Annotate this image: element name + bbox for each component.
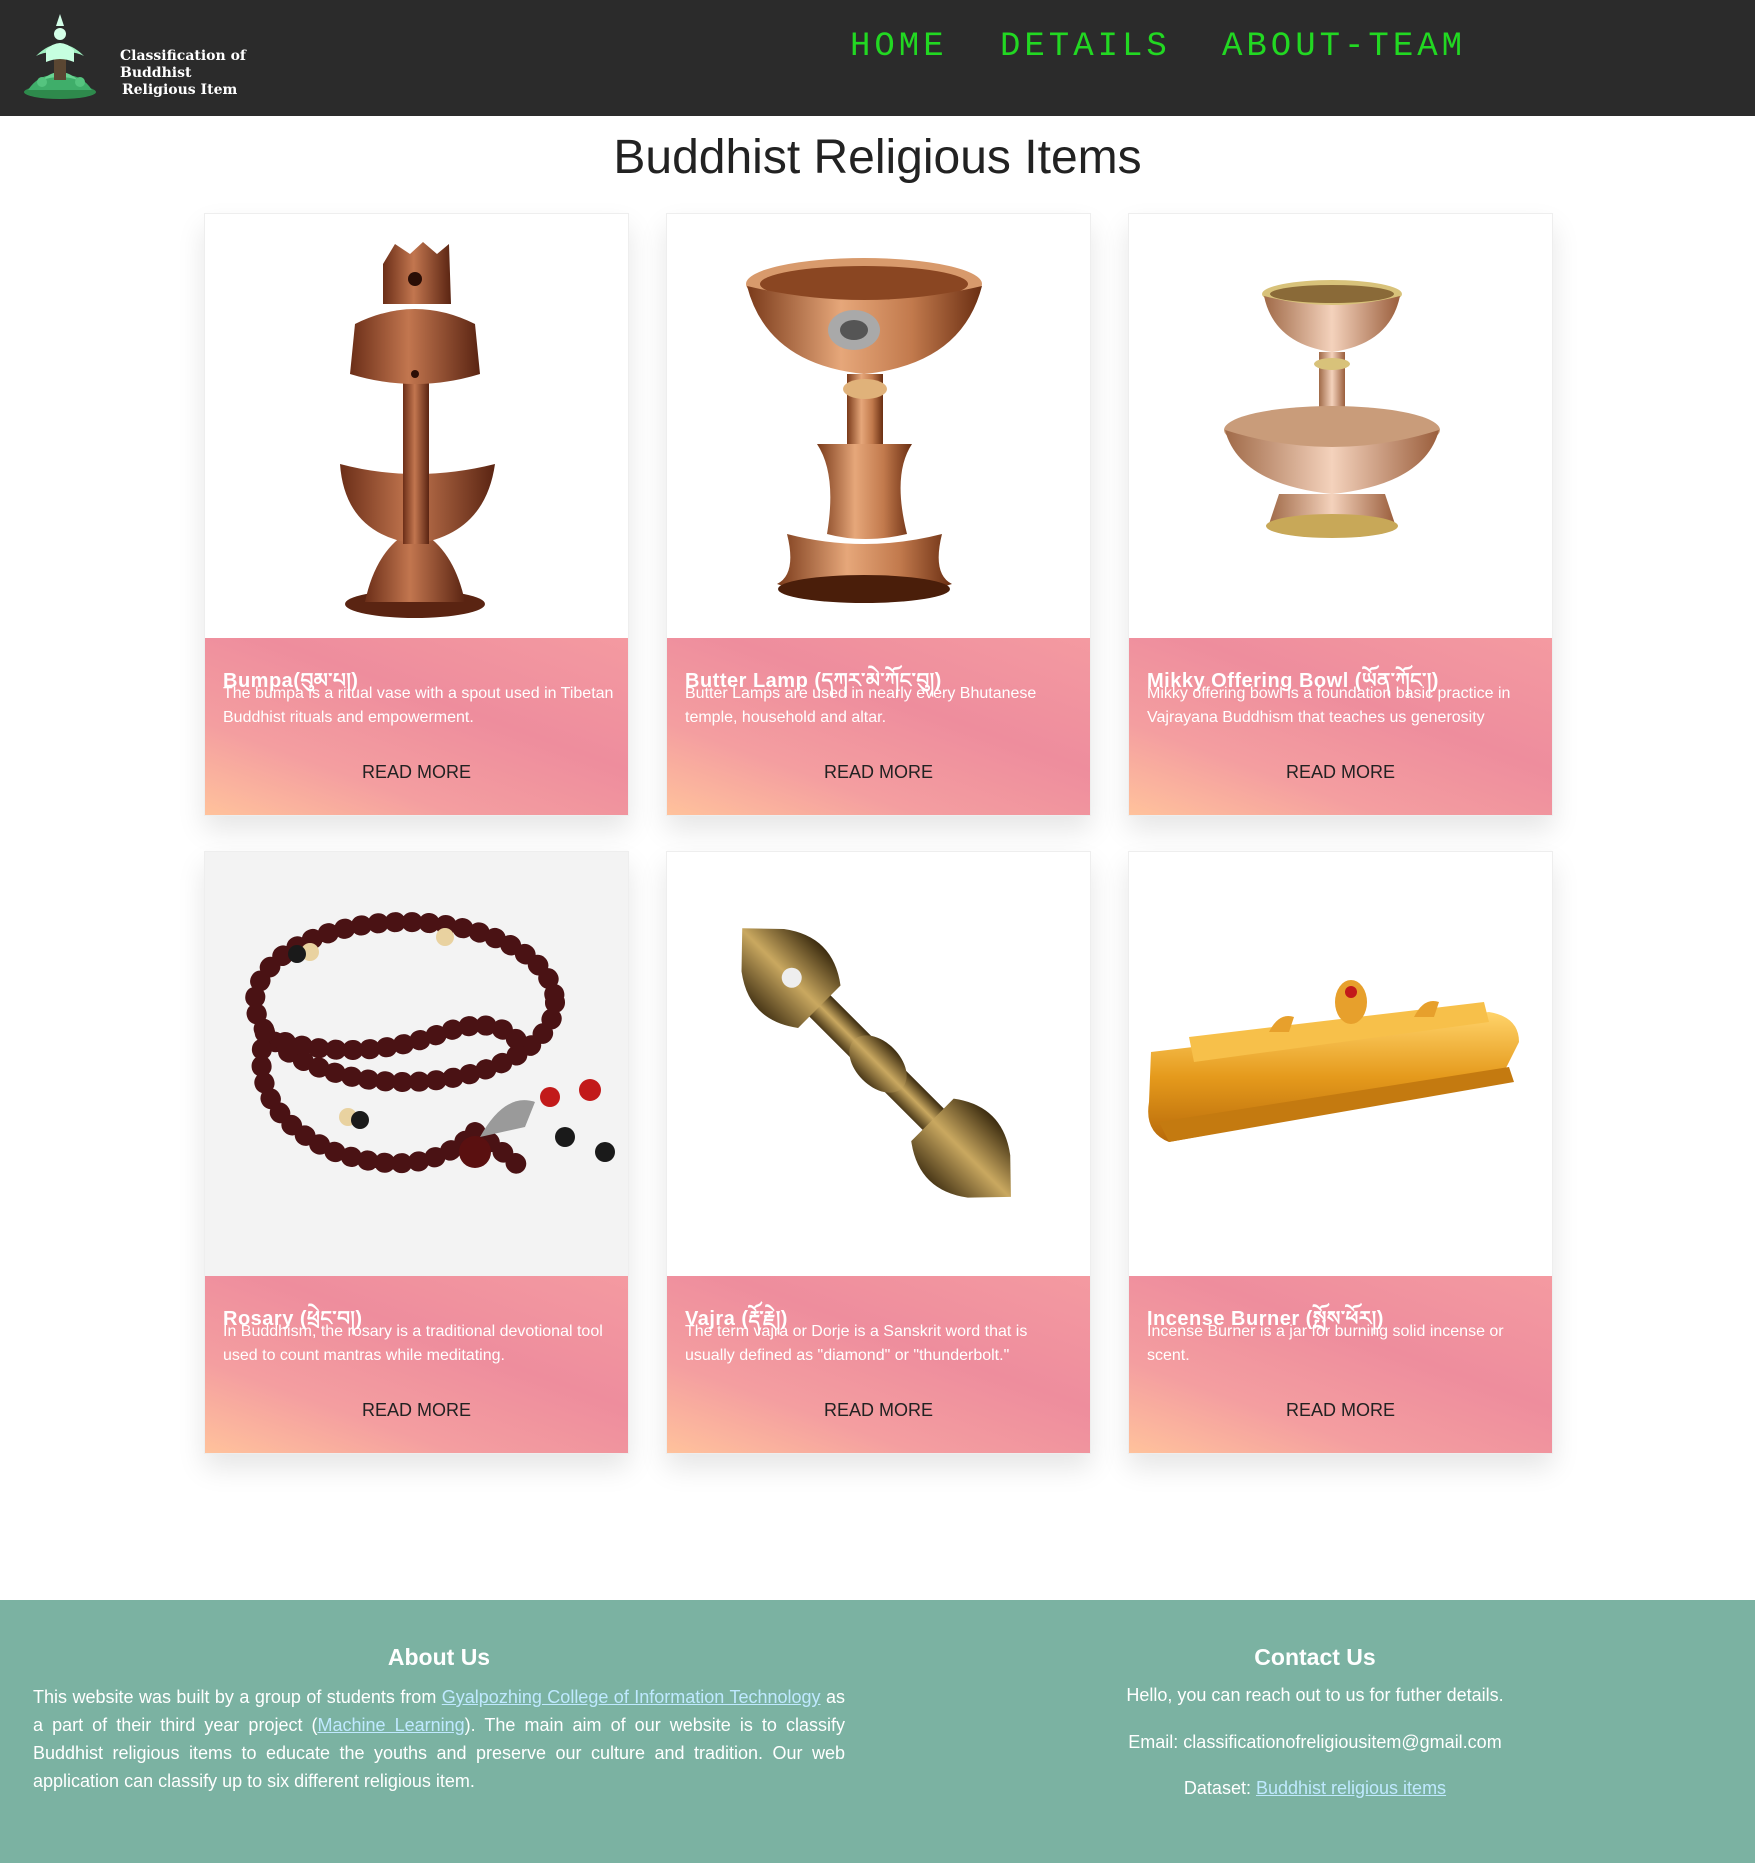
nav-home[interactable]: HOME — [850, 28, 948, 68]
logo-text: Classification of Buddhist Religious Ite… — [120, 48, 310, 99]
item-card-rosary: Rosary (ཕྲེང་བ།) In Buddhism, the rosary… — [204, 851, 629, 1454]
nav-details[interactable]: DETAILS — [1000, 28, 1171, 68]
card-body: Butter Lamp (དཀར་མེ་ཀོང་བུ།) Butter Lamp… — [667, 638, 1090, 815]
offering-bowl-image — [1129, 214, 1552, 638]
butter-lamp-image — [667, 214, 1090, 638]
card-description: The bumpa is a ritual vase with a spout … — [223, 685, 614, 726]
machine-learning-link[interactable]: Machine Learning — [318, 1715, 465, 1735]
item-card-mikky-offering-bowl: Mikky Offering Bowl (ཡོན་ཀོང་།) Mikky of… — [1128, 213, 1553, 816]
item-card-butter-lamp: Butter Lamp (དཀར་མེ་ཀོང་བུ།) Butter Lamp… — [666, 213, 1091, 816]
card-body: Incense Burner (སྤོས་ཕོར།) Incense Burne… — [1129, 1276, 1552, 1453]
logo-line-1: Classification of Buddhist — [120, 48, 246, 81]
college-link[interactable]: Gyalpozhing College of Information Techn… — [442, 1687, 821, 1707]
read-more-button[interactable]: READ MORE — [205, 1400, 628, 1421]
read-more-button[interactable]: READ MORE — [205, 762, 628, 783]
card-body: Mikky Offering Bowl (ཡོན་ཀོང་།) Mikky of… — [1129, 638, 1552, 815]
contact-intro: Hello, you can reach out to us for futhe… — [1126, 1685, 1504, 1705]
about-heading: About Us — [387, 1644, 491, 1670]
card-description: Mikky offering bowl is a foundation basi… — [1147, 685, 1511, 726]
card-description: Incense Burner is a jar for burning soli… — [1147, 1323, 1504, 1364]
card-description: The term vajra or Dorje is a Sanskrit wo… — [685, 1323, 1028, 1364]
page-title: Buddhist Religious Items — [613, 131, 1142, 184]
read-more-button[interactable]: READ MORE — [1129, 762, 1552, 783]
card-body: Rosary (ཕྲེང་བ།) In Buddhism, the rosary… — [205, 1276, 628, 1453]
item-card-incense-burner: Incense Burner (སྤོས་ཕོར།) Incense Burne… — [1128, 851, 1553, 1454]
vajra-image — [667, 852, 1090, 1276]
card-description: In Buddhism, the rosary is a traditional… — [223, 1323, 603, 1364]
dataset-link[interactable]: Buddhist religious items — [1256, 1778, 1446, 1798]
item-card-bumpa: Bumpa(བུམ་པ།) The bumpa is a ritual vase… — [204, 213, 629, 816]
dataset-label: Dataset: — [1183, 1778, 1256, 1798]
dataset-line: Dataset: Buddhist religious items — [1055, 1778, 1575, 1799]
top-navbar: Classification of Buddhist Religious Ite… — [0, 0, 1755, 116]
incense-burner-image — [1129, 852, 1552, 1276]
read-more-button[interactable]: READ MORE — [667, 762, 1090, 783]
card-description: Butter Lamps are used in nearly every Bh… — [685, 685, 1037, 726]
footer: About Us This website was built by a gro… — [0, 1600, 1755, 1863]
card-body: Vajra (རྡོ་རྗེ།) The term vajra or Dorje… — [667, 1276, 1090, 1453]
bumpa-image — [205, 214, 628, 638]
logo-line-2: Religious Item — [122, 82, 238, 98]
nav-about-team[interactable]: ABOUT-TEAM — [1222, 28, 1466, 68]
card-body: Bumpa(བུམ་པ།) The bumpa is a ritual vase… — [205, 638, 628, 815]
site-logo[interactable]: Classification of Buddhist Religious Ite… — [20, 10, 310, 100]
rosary-image — [205, 852, 628, 1276]
buddha-tree-logo-icon — [24, 14, 96, 99]
contact-heading: Contact Us — [1254, 1644, 1376, 1670]
about-text: This website was built by a group of stu… — [33, 1683, 845, 1795]
contact-email: Email: classificationofreligiousitem@gma… — [1128, 1732, 1502, 1752]
about-text-part1: This website was built by a group of stu… — [33, 1687, 442, 1707]
read-more-button[interactable]: READ MORE — [1129, 1400, 1552, 1421]
read-more-button[interactable]: READ MORE — [667, 1400, 1090, 1421]
item-card-vajra: Vajra (རྡོ་རྗེ།) The term vajra or Dorje… — [666, 851, 1091, 1454]
